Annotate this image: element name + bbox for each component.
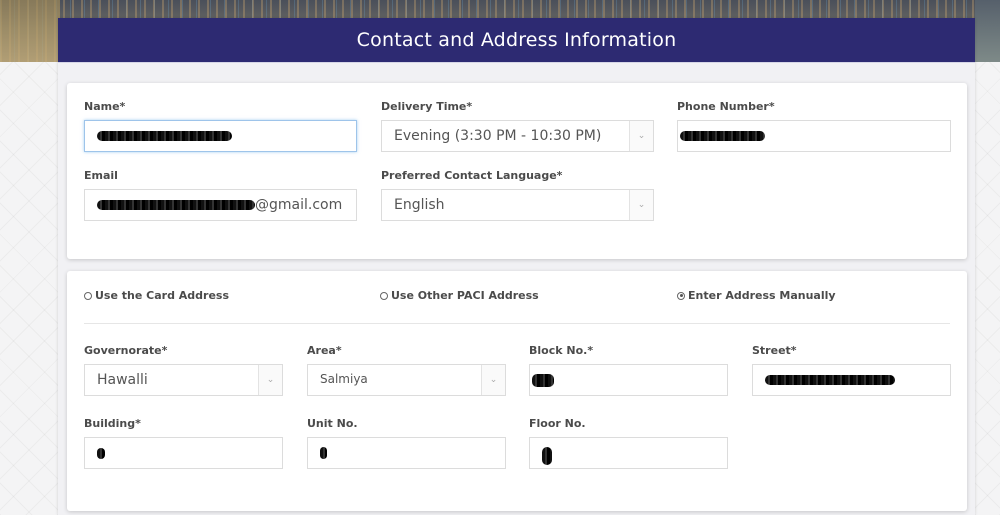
street-redacted-value bbox=[765, 375, 895, 385]
governorate-select[interactable]: Hawalli ⌄ bbox=[84, 364, 283, 396]
block-field-group: Block No.* bbox=[529, 344, 728, 396]
language-field-group: Preferred Contact Language* English ⌄ bbox=[381, 169, 654, 221]
block-input[interactable] bbox=[529, 364, 728, 396]
radio-use-card-address[interactable]: Use the Card Address bbox=[84, 289, 229, 302]
radio-label: Use the Card Address bbox=[95, 289, 230, 302]
phone-input[interactable] bbox=[677, 120, 951, 152]
block-label: Block No.* bbox=[529, 344, 594, 357]
address-card: Use the Card Address Use Other PACI Addr… bbox=[67, 271, 967, 511]
governorate-field-group: Governorate* Hawalli ⌄ bbox=[84, 344, 283, 396]
unit-redacted-value bbox=[320, 447, 327, 459]
contact-address-panel: Contact and Address Information Name* De… bbox=[58, 18, 975, 515]
phone-field-group: Phone Number* bbox=[677, 100, 951, 152]
building-input[interactable] bbox=[84, 437, 283, 469]
radio-use-other-paci-address[interactable]: Use Other PACI Address bbox=[380, 289, 539, 302]
phone-redacted-value bbox=[680, 131, 765, 141]
governorate-label: Governorate* bbox=[84, 344, 168, 357]
email-domain: @gmail.com bbox=[255, 197, 343, 213]
panel-header: Contact and Address Information bbox=[58, 18, 975, 63]
floor-field-group: Floor No. bbox=[529, 417, 728, 469]
floor-label: Floor No. bbox=[529, 417, 586, 430]
language-select[interactable]: English ⌄ bbox=[381, 189, 654, 221]
name-field-group: Name* bbox=[84, 100, 357, 152]
radio-label: Use Other PACI Address bbox=[391, 289, 539, 302]
area-field-group: Area* Salmiya ⌄ bbox=[307, 344, 506, 396]
delivery-time-select[interactable]: Evening (3:30 PM - 10:30 PM) ⌄ bbox=[381, 120, 654, 152]
delivery-time-label: Delivery Time* bbox=[381, 100, 473, 113]
chevron-down-icon[interactable]: ⌄ bbox=[629, 190, 653, 220]
radio-circle-icon[interactable] bbox=[380, 291, 388, 300]
name-redacted-value bbox=[97, 131, 232, 141]
delivery-time-value: Evening (3:30 PM - 10:30 PM) bbox=[394, 128, 602, 144]
contact-card: Name* Delivery Time* Evening (3:30 PM - … bbox=[67, 83, 967, 259]
street-label: Street* bbox=[752, 344, 797, 357]
floor-input[interactable] bbox=[529, 437, 728, 469]
governorate-value: Hawalli bbox=[97, 372, 148, 388]
unit-label: Unit No. bbox=[307, 417, 358, 430]
email-label: Email bbox=[84, 169, 118, 182]
building-field-group: Building* bbox=[84, 417, 283, 469]
street-input[interactable] bbox=[752, 364, 951, 396]
address-source-options: Use the Card Address Use Other PACI Addr… bbox=[84, 289, 950, 305]
block-redacted-value bbox=[532, 373, 554, 387]
radio-checked-icon[interactable] bbox=[677, 291, 685, 300]
email-input[interactable]: @gmail.com bbox=[84, 189, 357, 221]
panel-title: Contact and Address Information bbox=[356, 29, 677, 51]
radio-label: Enter Address Manually bbox=[688, 289, 836, 302]
floor-redacted-value bbox=[542, 447, 552, 465]
building-label: Building* bbox=[84, 417, 141, 430]
area-value: Salmiya bbox=[320, 372, 368, 386]
language-label: Preferred Contact Language* bbox=[381, 169, 563, 182]
unit-field-group: Unit No. bbox=[307, 417, 506, 469]
radio-circle-icon[interactable] bbox=[84, 291, 92, 300]
chevron-down-icon[interactable]: ⌄ bbox=[629, 121, 653, 151]
building-redacted-value bbox=[97, 447, 105, 459]
email-redacted-value bbox=[97, 200, 255, 210]
chevron-down-icon[interactable]: ⌄ bbox=[258, 365, 282, 395]
section-divider bbox=[84, 323, 950, 324]
chevron-down-icon[interactable]: ⌄ bbox=[481, 365, 505, 395]
name-input[interactable] bbox=[84, 120, 357, 152]
area-select[interactable]: Salmiya ⌄ bbox=[307, 364, 506, 396]
delivery-time-field-group: Delivery Time* Evening (3:30 PM - 10:30 … bbox=[381, 100, 654, 152]
unit-input[interactable] bbox=[307, 437, 506, 469]
phone-label: Phone Number* bbox=[677, 100, 775, 113]
area-label: Area* bbox=[307, 344, 342, 357]
name-label: Name* bbox=[84, 100, 126, 113]
language-value: English bbox=[394, 197, 445, 213]
background-pattern-right bbox=[975, 62, 1000, 515]
street-field-group: Street* bbox=[752, 344, 951, 396]
email-field-group: Email @gmail.com bbox=[84, 169, 357, 221]
radio-enter-address-manually[interactable]: Enter Address Manually bbox=[677, 289, 836, 302]
background-pattern-left bbox=[0, 62, 58, 515]
